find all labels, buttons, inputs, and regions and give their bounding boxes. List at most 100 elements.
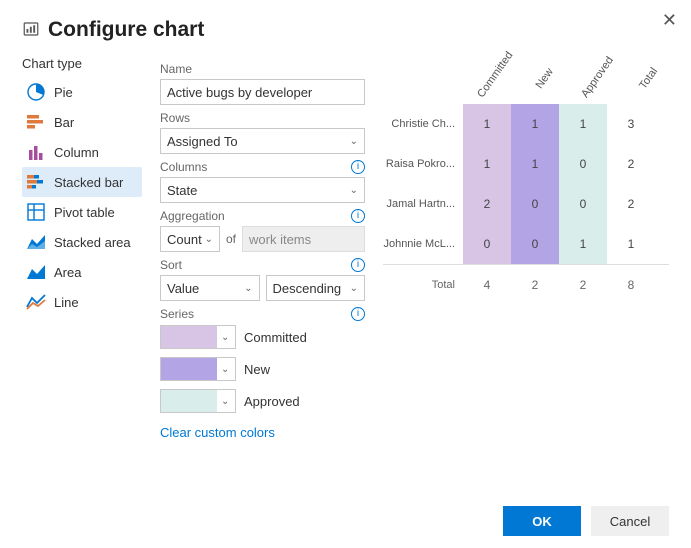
series-list: ⌄ Committed ⌄ New ⌄ Approved bbox=[160, 325, 365, 413]
chart-type-pivot-table[interactable]: Pivot table bbox=[22, 197, 142, 227]
chart-type-bar[interactable]: Bar bbox=[22, 107, 142, 137]
ok-button[interactable]: OK bbox=[503, 506, 581, 536]
chevron-down-icon: ⌄ bbox=[244, 283, 252, 294]
aggregation-of: of bbox=[226, 232, 236, 246]
series-name: Committed bbox=[244, 330, 307, 345]
name-input[interactable] bbox=[160, 79, 365, 105]
preview-cell: 0 bbox=[463, 224, 511, 264]
chevron-down-icon: ⌄ bbox=[205, 234, 213, 245]
chart-type-title: Chart type bbox=[22, 56, 142, 71]
series-color-select[interactable]: ⌄ bbox=[160, 389, 236, 413]
preview-total-label: Total bbox=[383, 279, 463, 291]
series-color-select[interactable]: ⌄ bbox=[160, 325, 236, 349]
chart-type-stacked-area[interactable]: Stacked area bbox=[22, 227, 142, 257]
chart-type-column[interactable]: Column bbox=[22, 137, 142, 167]
chart-type-label: Pivot table bbox=[54, 205, 115, 220]
aggregation-select[interactable]: Count ⌄ bbox=[160, 226, 220, 252]
preview-row-total: 2 bbox=[607, 184, 655, 224]
preview-row-name: Jamal Hartn... bbox=[383, 198, 463, 210]
sort-direction-value: Descending bbox=[273, 281, 342, 296]
preview-row: Jamal Hartn... 2 0 0 2 bbox=[383, 184, 669, 224]
chart-type-label: Bar bbox=[54, 115, 74, 130]
columns-select-value: State bbox=[167, 183, 197, 198]
name-label: Name bbox=[160, 62, 365, 76]
series-name: Approved bbox=[244, 394, 300, 409]
preview-row-total: 1 bbox=[607, 224, 655, 264]
preview-row: Christie Ch... 1 1 1 3 bbox=[383, 104, 669, 144]
sort-direction-select[interactable]: Descending ⌄ bbox=[266, 275, 366, 301]
aggregation-select-value: Count bbox=[167, 232, 202, 247]
rows-select-value: Assigned To bbox=[167, 134, 238, 149]
chart-type-panel: Chart type Pie Bar Column bbox=[22, 56, 142, 440]
preview-row-total: 3 bbox=[607, 104, 655, 144]
series-color-select[interactable]: ⌄ bbox=[160, 357, 236, 381]
chevron-down-icon: ⌄ bbox=[350, 136, 358, 147]
preview-row-total: 2 bbox=[607, 144, 655, 184]
rows-label: Rows bbox=[160, 111, 365, 125]
series-label: Series bbox=[160, 307, 194, 321]
chart-type-pie[interactable]: Pie bbox=[22, 77, 142, 107]
pie-icon bbox=[26, 82, 46, 102]
chevron-down-icon: ⌄ bbox=[221, 332, 229, 343]
chart-type-label: Stacked area bbox=[54, 235, 131, 250]
series-color-swatch bbox=[161, 326, 217, 348]
preview-column-header: Committed bbox=[475, 57, 510, 100]
dialog-header: Configure chart bbox=[22, 18, 669, 42]
chevron-down-icon: ⌄ bbox=[221, 364, 229, 375]
series-color-swatch bbox=[161, 358, 217, 380]
aggregation-label: Aggregation bbox=[160, 209, 225, 223]
preview-total-cell: 2 bbox=[559, 265, 607, 304]
preview-total-cell: 2 bbox=[511, 265, 559, 304]
columns-select[interactable]: State ⌄ bbox=[160, 177, 365, 203]
chevron-down-icon: ⌄ bbox=[350, 185, 358, 196]
clear-custom-colors-link[interactable]: Clear custom colors bbox=[160, 425, 275, 440]
chevron-down-icon: ⌄ bbox=[350, 283, 358, 294]
preview-cell: 0 bbox=[511, 224, 559, 264]
series-item: ⌄ New bbox=[160, 357, 365, 381]
stacked-area-icon bbox=[26, 232, 46, 252]
columns-label: Columns bbox=[160, 160, 207, 174]
series-item: ⌄ Committed bbox=[160, 325, 365, 349]
line-icon bbox=[26, 292, 46, 312]
preview-column-headers: Committed New Approved Total bbox=[463, 62, 663, 74]
info-icon[interactable]: i bbox=[351, 209, 365, 223]
preview-total-cell: 8 bbox=[607, 265, 655, 304]
preview-cell: 0 bbox=[559, 144, 607, 184]
info-icon[interactable]: i bbox=[351, 307, 365, 321]
preview-row: Raisa Pokro... 1 1 0 2 bbox=[383, 144, 669, 184]
preview-row-name: Christie Ch... bbox=[383, 118, 463, 130]
preview-cell: 1 bbox=[559, 224, 607, 264]
close-icon[interactable]: ✕ bbox=[658, 6, 681, 35]
sort-by-select[interactable]: Value ⌄ bbox=[160, 275, 260, 301]
chart-type-label: Area bbox=[54, 265, 81, 280]
preview-column-header: Total bbox=[631, 57, 666, 100]
cancel-button[interactable]: Cancel bbox=[591, 506, 669, 536]
chart-type-label: Line bbox=[54, 295, 79, 310]
preview-row-name: Raisa Pokro... bbox=[383, 158, 463, 170]
area-icon bbox=[26, 262, 46, 282]
pivot-table-icon bbox=[26, 202, 46, 222]
sort-label: Sort bbox=[160, 258, 182, 272]
dialog-footer: OK Cancel bbox=[503, 506, 669, 536]
preview-cell: 1 bbox=[463, 104, 511, 144]
configure-chart-dialog: ✕ Configure chart Chart type Pie bbox=[0, 0, 691, 440]
sort-by-value: Value bbox=[167, 281, 199, 296]
preview-column-header: New bbox=[527, 57, 562, 100]
info-icon[interactable]: i bbox=[351, 258, 365, 272]
preview-cell: 1 bbox=[463, 144, 511, 184]
series-color-swatch bbox=[161, 390, 217, 412]
column-icon bbox=[26, 142, 46, 162]
chart-type-stacked-bar[interactable]: Stacked bar bbox=[22, 167, 142, 197]
preview-cell: 2 bbox=[463, 184, 511, 224]
chart-type-area[interactable]: Area bbox=[22, 257, 142, 287]
preview-cell: 1 bbox=[559, 104, 607, 144]
series-name: New bbox=[244, 362, 270, 377]
rows-select[interactable]: Assigned To ⌄ bbox=[160, 128, 365, 154]
dialog-title: Configure chart bbox=[48, 18, 204, 42]
preview-row-name: Johnnie McL... bbox=[383, 238, 463, 250]
chart-type-line[interactable]: Line bbox=[22, 287, 142, 317]
info-icon[interactable]: i bbox=[351, 160, 365, 174]
chevron-down-icon: ⌄ bbox=[221, 396, 229, 407]
aggregation-target: work items bbox=[242, 226, 365, 252]
preview-total-cell: 4 bbox=[463, 265, 511, 304]
